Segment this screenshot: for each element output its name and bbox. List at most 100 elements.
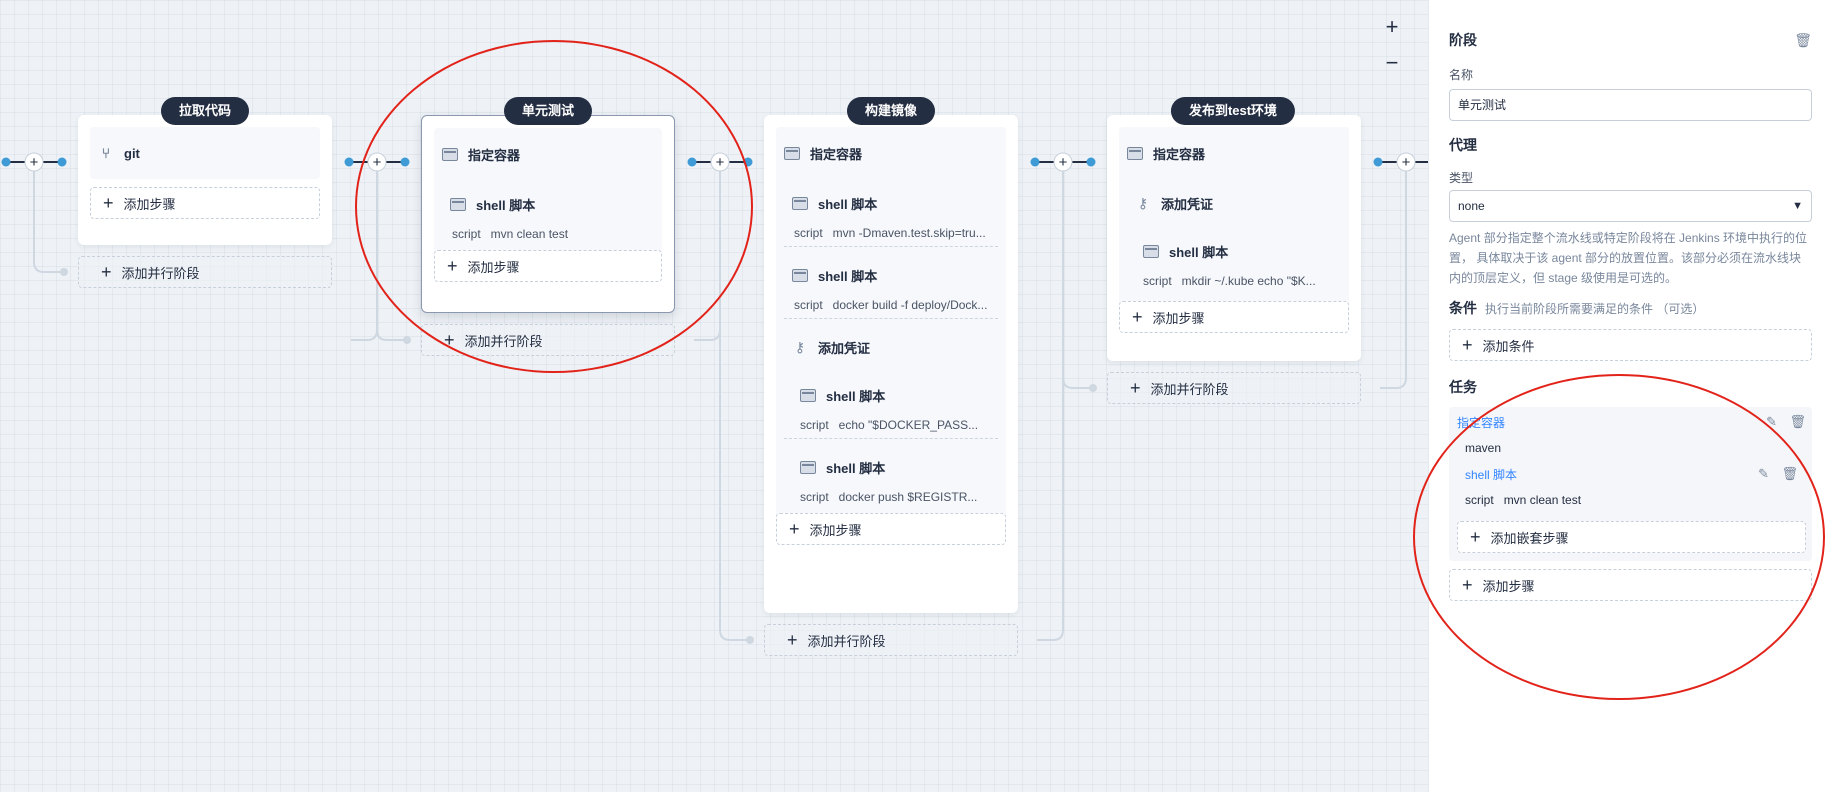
plus-icon: + xyxy=(1132,307,1143,327)
stage-card-deploy-test[interactable]: 指定容器 ⚷ 添加凭证 shell 脚本 script mkdir ~/.kube… xyxy=(1107,115,1361,361)
add-parallel-stage-button[interactable]: + 添加并行阶段 xyxy=(1107,372,1361,404)
agent-title: 代理 xyxy=(1449,137,1477,153)
add-step-label: 添加步骤 xyxy=(467,259,520,275)
parallel-branch-line xyxy=(376,162,407,341)
add-step-button[interactable]: + 添加步骤 xyxy=(434,250,662,282)
task-label: 指定容器 xyxy=(810,146,863,162)
return-branch-line xyxy=(694,162,721,341)
agent-type-value: none xyxy=(1458,199,1485,213)
add-step-button[interactable]: + 添加步骤 xyxy=(90,187,320,219)
stage-header-pull-code[interactable]: 拉取代码 xyxy=(160,97,250,125)
container-icon xyxy=(442,147,458,161)
plus-icon: + xyxy=(30,154,39,171)
shell-task-link[interactable]: shell 脚本 xyxy=(1465,466,1517,483)
task-credential[interactable]: ⚷ 添加凭证 xyxy=(1127,179,1341,227)
script-keyword: script xyxy=(1143,274,1172,288)
agent-type-select[interactable]: none ▼ xyxy=(1449,190,1812,222)
task-label: 添加凭证 xyxy=(818,340,871,356)
task-label: 添加凭证 xyxy=(1161,196,1214,212)
stage-name-input[interactable]: 单元测试 xyxy=(1449,89,1812,121)
task-label: 指定容器 xyxy=(468,147,521,163)
parallel-branch-node xyxy=(1089,384,1097,392)
stage-header-deploy-test[interactable]: 发布到test环境 xyxy=(1170,97,1296,125)
stage-header-unit-test[interactable]: 单元测试 xyxy=(503,97,593,125)
terminal-icon xyxy=(792,196,808,210)
connector-endpoint xyxy=(57,157,67,167)
task-credential[interactable]: ⚷ 添加凭证 xyxy=(784,323,998,371)
task-script: script docker build -f deploy/Dock... xyxy=(784,291,998,319)
plus-icon: + xyxy=(373,154,382,171)
add-parallel-stage-button[interactable]: + 添加并行阶段 xyxy=(78,256,332,288)
plus-icon: + xyxy=(1402,154,1411,171)
container-task-link[interactable]: 指定容器 xyxy=(1457,414,1505,431)
plus-icon: + xyxy=(789,519,800,539)
delete-stage-icon[interactable]: 🗑 xyxy=(1794,32,1812,49)
add-nested-label: 添加嵌套步骤 xyxy=(1490,530,1569,546)
plus-icon: + xyxy=(1130,378,1141,398)
add-step-label: 添加步骤 xyxy=(1482,578,1535,594)
script-value: mvn clean test xyxy=(1503,493,1582,507)
parallel-branch-node xyxy=(60,268,68,276)
stage-header-build-image[interactable]: 构建镜像 xyxy=(846,97,936,125)
add-parallel-label: 添加并行阶段 xyxy=(464,333,543,349)
conditions-hint: 执行当前阶段所需要满足的条件 （可选） xyxy=(1485,302,1705,316)
zoom-out-button[interactable]: − xyxy=(1380,50,1404,76)
return-branch-line xyxy=(1037,162,1064,641)
task-script: script mvn clean test xyxy=(442,220,654,248)
task-container[interactable]: 指定容器 xyxy=(784,127,998,179)
add-parallel-stage-button[interactable]: + 添加并行阶段 xyxy=(421,324,675,356)
stage-card-build-image[interactable]: 指定容器 shell 脚本 script mvn -Dmaven.test.ski… xyxy=(764,115,1018,613)
connector-endpoint xyxy=(687,157,697,167)
task-script: script mvn -Dmaven.test.skip=tru... xyxy=(784,219,998,247)
terminal-icon xyxy=(1143,244,1159,258)
connector-endpoint xyxy=(1,157,11,167)
chevron-down-icon: ▼ xyxy=(1792,200,1803,212)
key-icon: ⚷ xyxy=(1137,194,1149,211)
zoom-in-button[interactable]: + xyxy=(1380,14,1404,40)
edit-icon[interactable]: ✎ xyxy=(1766,414,1777,429)
script-keyword: script xyxy=(452,227,481,241)
script-value: mvn clean test xyxy=(490,227,569,241)
plus-icon: + xyxy=(1470,527,1481,547)
container-icon xyxy=(1127,146,1143,160)
plus-icon: + xyxy=(1059,154,1068,171)
connector-endpoint xyxy=(743,157,753,167)
task-container[interactable]: 指定容器 xyxy=(442,128,654,180)
task-label: shell 脚本 xyxy=(826,388,886,404)
task-label: shell 脚本 xyxy=(826,460,886,476)
connector-endpoint xyxy=(1373,157,1383,167)
task-script: script echo "$DOCKER_PASS... xyxy=(784,411,998,439)
delete-icon[interactable]: 🗑 xyxy=(1781,466,1798,481)
panel-title: 阶段 xyxy=(1449,32,1477,48)
script-value: docker build -f deploy/Dock... xyxy=(832,298,988,312)
key-icon: ⚷ xyxy=(794,338,806,355)
delete-icon[interactable]: 🗑 xyxy=(1789,414,1806,429)
connector-endpoint xyxy=(1030,157,1040,167)
task-container[interactable]: 指定容器 xyxy=(1127,127,1341,179)
stage-card-unit-test[interactable]: 指定容器 shell 脚本 script mvn clean test + 添加步… xyxy=(421,115,675,313)
task-script: script docker push $REGISTR... xyxy=(784,483,998,511)
task-container-block[interactable]: 指定容器 ✎ 🗑 maven shell 脚本 ✎ 🗑 script mvn c… xyxy=(1449,407,1812,561)
add-parallel-label: 添加并行阶段 xyxy=(1150,381,1229,397)
add-step-button[interactable]: + 添加步骤 xyxy=(1449,569,1812,601)
stage-card-pull-code[interactable]: ⑂ git + 添加步骤 xyxy=(78,115,332,245)
add-nested-step-button[interactable]: + 添加嵌套步骤 xyxy=(1457,521,1806,553)
terminal-icon xyxy=(450,197,466,211)
add-parallel-label: 添加并行阶段 xyxy=(807,633,886,649)
add-condition-button[interactable]: + 添加条件 xyxy=(1449,329,1812,361)
plus-icon: + xyxy=(101,262,112,282)
connector-endpoint xyxy=(1086,157,1096,167)
script-value: mvn -Dmaven.test.skip=tru... xyxy=(832,226,986,240)
plus-icon: + xyxy=(447,256,458,276)
script-keyword: script xyxy=(800,490,829,504)
container-value: maven xyxy=(1465,441,1502,455)
terminal-icon xyxy=(800,388,816,402)
container-icon xyxy=(784,146,800,160)
add-parallel-stage-button[interactable]: + 添加并行阶段 xyxy=(764,624,1018,656)
task-git[interactable]: ⑂ git xyxy=(98,127,312,179)
add-step-button[interactable]: + 添加步骤 xyxy=(776,513,1006,545)
edit-icon[interactable]: ✎ xyxy=(1758,466,1769,481)
type-label: 类型 xyxy=(1449,171,1474,185)
add-step-button[interactable]: + 添加步骤 xyxy=(1119,301,1349,333)
script-keyword: script xyxy=(800,418,829,432)
